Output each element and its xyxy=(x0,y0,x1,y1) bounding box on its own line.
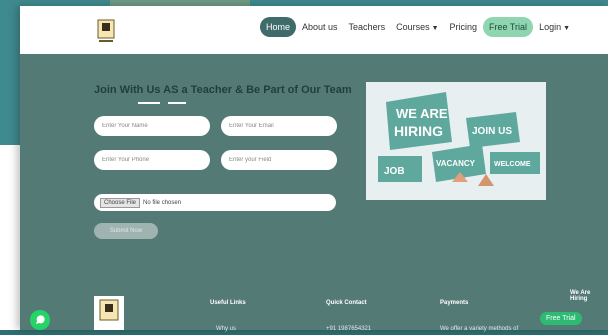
chevron-down-icon: ▼ xyxy=(431,25,439,32)
subject-input[interactable] xyxy=(221,150,337,170)
sign-hiring: HIRING xyxy=(394,123,443,139)
heading-underline xyxy=(168,102,186,104)
footer-payments-text: We offer a variety methods of xyxy=(440,326,519,332)
footer: Useful Links Quick Contact Payments Why … xyxy=(20,290,608,332)
navbar: Home About us Teachers Courses ▼ Pricing … xyxy=(20,6,608,55)
footer-link-why-us[interactable]: Why us xyxy=(216,326,236,332)
whatsapp-button[interactable] xyxy=(30,310,50,330)
hiring-badge-label: We Are Hiring xyxy=(570,290,591,302)
footer-quick-contact-title: Quick Contact xyxy=(326,300,367,306)
main-nav: Home About us Teachers Courses ▼ Pricing … xyxy=(260,16,576,38)
file-status: No file chosen xyxy=(143,199,182,206)
sign-welcome: WELCOME xyxy=(494,161,531,168)
heading-underline xyxy=(138,102,160,104)
nav-home[interactable]: Home xyxy=(260,17,297,37)
nav-login[interactable]: Login ▼ xyxy=(534,18,575,36)
site-logo[interactable] xyxy=(94,18,118,44)
form-heading: Join With Us AS a Teacher & Be Part of O… xyxy=(94,84,352,96)
nav-pricing[interactable]: Pricing xyxy=(445,18,483,36)
sign-we-are: WE ARE xyxy=(396,106,448,121)
name-input[interactable] xyxy=(94,116,210,136)
nav-courses[interactable]: Courses ▼ xyxy=(391,18,443,36)
sign-job: JOB xyxy=(384,166,405,177)
footer-logo[interactable] xyxy=(94,296,124,330)
nav-teachers[interactable]: Teachers xyxy=(344,18,391,36)
phone-input[interactable] xyxy=(94,150,210,170)
logo-icon xyxy=(97,19,115,42)
page-card: Home About us Teachers Courses ▼ Pricing … xyxy=(20,6,608,332)
nav-courses-label: Courses xyxy=(396,22,430,32)
hiring-illustration: WE ARE HIRING JOIN US VACANCY JOB WELCOM… xyxy=(366,82,546,200)
footer-phone: +91 1987654321 xyxy=(326,326,372,332)
teacher-application-section: Join With Us AS a Teacher & Be Part of O… xyxy=(20,54,608,294)
choose-file-button[interactable]: Choose File xyxy=(100,197,141,208)
submit-button[interactable]: Submit Now xyxy=(94,223,158,239)
sign-join-us: JOIN US xyxy=(472,126,512,137)
hiring-banner-image: WE ARE HIRING JOIN US VACANCY JOB WELCOM… xyxy=(366,82,546,200)
email-input[interactable] xyxy=(221,116,337,136)
nav-login-label: Login xyxy=(539,22,562,32)
footer-payments-title: Payments xyxy=(440,300,469,306)
we-are-hiring-badge[interactable]: We Are Hiring xyxy=(570,290,608,330)
footer-logo-icon xyxy=(99,299,119,321)
nav-free-trial[interactable]: Free Trial xyxy=(483,17,534,37)
chevron-down-icon: ▼ xyxy=(563,25,571,32)
footer-useful-links-title: Useful Links xyxy=(210,300,246,306)
file-upload[interactable]: Choose File No file chosen xyxy=(94,194,336,211)
whatsapp-icon xyxy=(30,310,50,330)
nav-about-us[interactable]: About us xyxy=(297,18,343,36)
sign-vacancy: VACANCY xyxy=(436,159,476,168)
